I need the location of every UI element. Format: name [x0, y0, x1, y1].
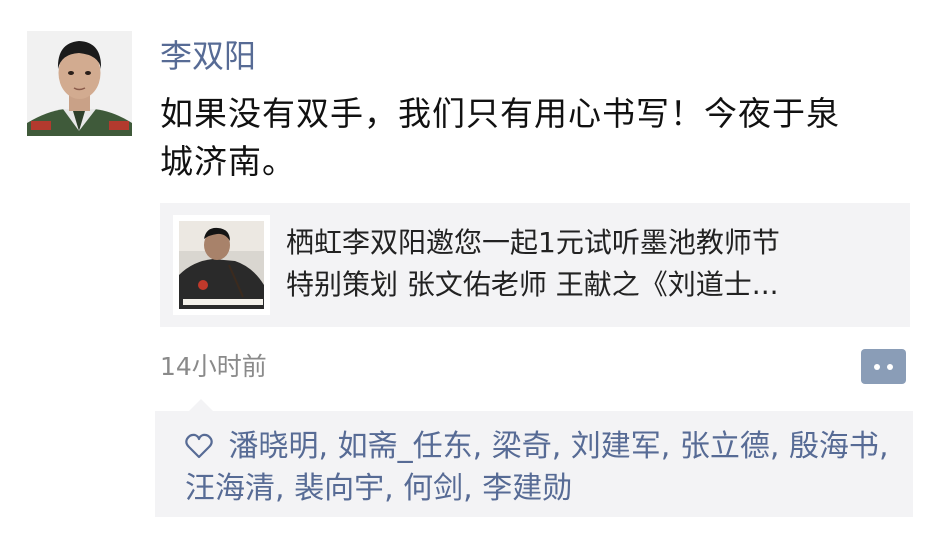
shared-link-thumbnail	[173, 215, 270, 315]
liker-separator: ,	[769, 429, 789, 464]
liker-name[interactable]: 殷海书	[789, 429, 879, 464]
author-name[interactable]: 李双阳	[160, 34, 256, 78]
liker-separator: ,	[472, 429, 492, 464]
likes-list: 潘晓明, 如斋_任东, 梁奇, 刘建军, 张立德, 殷海书, 汪海清, 裴向宇,…	[185, 426, 915, 510]
shared-link-title: 栖虹李双阳邀您一起1元试听墨池教师节 特别策划 张文佑老师 王献之《刘道士...	[286, 222, 896, 306]
liker-name[interactable]: 潘晓明	[229, 429, 319, 464]
liker-separator: ,	[275, 471, 295, 506]
post-text-line: 如果没有双手，我们只有用心书写！今夜于泉	[160, 94, 840, 133]
liker-name[interactable]: 张立德	[680, 429, 770, 464]
liker-separator: ,	[551, 429, 571, 464]
liker-name[interactable]: 如斋_任东	[338, 429, 473, 464]
author-avatar[interactable]	[27, 31, 132, 136]
liker-separator: ,	[318, 429, 338, 464]
liker-name[interactable]: 何剑	[403, 471, 463, 506]
comment-dots-icon	[887, 364, 893, 370]
shared-link-title-line: 特别策划 张文佑老师 王献之《刘道士...	[286, 268, 779, 301]
post-text-line: 城济南。	[160, 142, 296, 181]
avatar-portrait	[27, 31, 132, 136]
shared-link-card[interactable]: 栖虹李双阳邀您一起1元试听墨池教师节 特别策划 张文佑老师 王献之《刘道士...	[160, 203, 910, 327]
liker-separator: ,	[878, 429, 889, 464]
liker-separator: ,	[660, 429, 680, 464]
liker-name[interactable]: 汪海清	[185, 471, 275, 506]
liker-name[interactable]: 裴向宇	[294, 471, 384, 506]
comment-button[interactable]	[861, 349, 906, 384]
likes-panel: 潘晓明, 如斋_任东, 梁奇, 刘建军, 张立德, 殷海书, 汪海清, 裴向宇,…	[155, 399, 915, 517]
comment-dots-icon	[874, 364, 880, 370]
liker-name[interactable]: 李建勋	[482, 471, 572, 506]
heart-outline-icon	[185, 433, 213, 459]
liker-separator: ,	[463, 471, 483, 506]
shared-link-title-line: 栖虹李双阳邀您一起1元试听墨池教师节	[286, 226, 780, 259]
liker-separator: ,	[384, 471, 404, 506]
likes-panel-pointer	[189, 399, 213, 411]
liker-name[interactable]: 刘建军	[571, 429, 661, 464]
post-text: 如果没有双手，我们只有用心书写！今夜于泉 城济南。	[160, 90, 920, 186]
calligrapher-photo	[173, 215, 270, 315]
post-timestamp: 14小时前	[160, 352, 267, 381]
liker-name[interactable]: 梁奇	[492, 429, 552, 464]
